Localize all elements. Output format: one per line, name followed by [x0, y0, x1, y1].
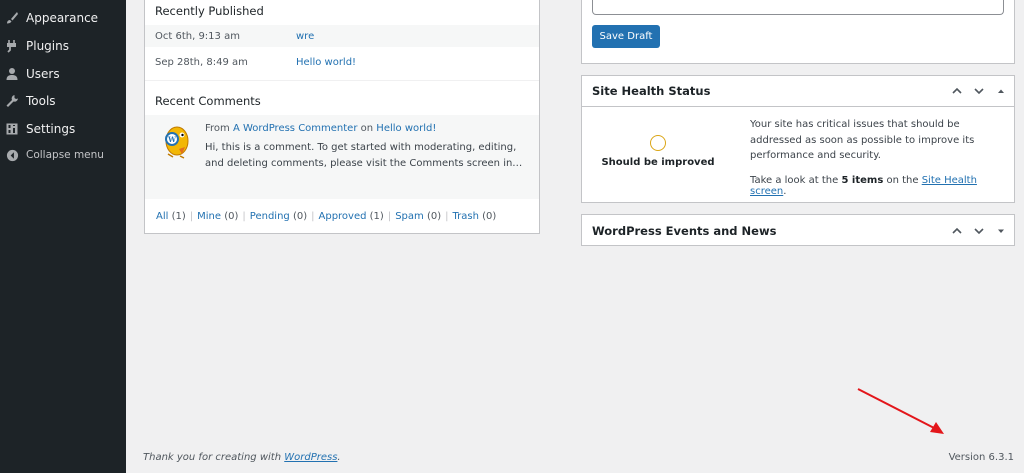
plugin-icon — [5, 39, 19, 53]
move-down-icon[interactable] — [972, 224, 986, 238]
user-icon — [5, 67, 19, 81]
sidebar-item-users[interactable]: Users — [0, 61, 126, 87]
separator: | — [387, 211, 392, 222]
sidebar-item-label: Tools — [26, 94, 56, 108]
separator: | — [311, 211, 315, 222]
save-draft-button[interactable]: Save Draft — [592, 25, 660, 48]
panel-controls — [950, 224, 1008, 238]
sidebar-item-label: Appearance — [26, 11, 99, 25]
post-date: Sep 28th, 8:49 am — [155, 56, 248, 68]
post-title-link[interactable]: wre — [296, 31, 314, 42]
filter-spam-link[interactable]: Spam (0) — [395, 211, 441, 222]
paintbrush-icon — [5, 11, 19, 25]
move-up-icon[interactable] — [950, 224, 964, 238]
comment-meta: From A WordPress Commenter on Hello worl… — [205, 123, 436, 134]
comment-post-link[interactable]: Hello world! — [376, 123, 436, 134]
separator: | — [242, 211, 246, 222]
admin-sidebar: Appearance Plugins Users Tools Settings … — [0, 0, 126, 473]
svg-text:W: W — [167, 135, 176, 144]
collapse-icon — [5, 148, 19, 162]
comment-item: W From A WordPress Commenter on Hello wo… — [145, 115, 539, 199]
sidebar-item-plugins[interactable]: Plugins — [0, 33, 126, 59]
from-label: From — [205, 123, 230, 134]
events-news-panel: WordPress Events and News — [581, 214, 1015, 246]
move-up-icon[interactable] — [950, 84, 964, 98]
sidebar-item-appearance[interactable]: Appearance — [0, 5, 126, 31]
divider — [145, 80, 539, 81]
sidebar-item-label: Plugins — [26, 39, 69, 53]
recently-published-title: Recently Published — [155, 4, 264, 18]
sidebar-item-label: Users — [26, 67, 60, 81]
panel-header: Site Health Status — [582, 76, 1014, 107]
footer-thanks: Thank you for creating with WordPress. — [143, 452, 341, 463]
health-message: Your site has critical issues that shoul… — [750, 119, 975, 161]
filter-trash-link[interactable]: Trash (0) — [453, 211, 497, 222]
site-health-title: Site Health Status — [592, 84, 711, 98]
health-status-label: Should be improved — [601, 157, 715, 168]
sidebar-item-label: Settings — [26, 122, 76, 136]
avatar: W — [158, 124, 194, 160]
filter-mine-link[interactable]: Mine (0) — [197, 211, 238, 222]
recent-comments-title: Recent Comments — [155, 94, 261, 108]
health-items-count: 5 items — [841, 175, 884, 186]
comment-author-link[interactable]: A WordPress Commenter — [233, 123, 357, 134]
site-health-panel: Site Health Status Should be improved Yo… — [581, 75, 1015, 203]
move-down-icon[interactable] — [972, 84, 986, 98]
sidebar-item-label: Collapse menu — [26, 149, 104, 161]
settings-icon — [5, 122, 19, 136]
list-item: Sep 28th, 8:49 am Hello world! — [145, 51, 539, 73]
separator: | — [189, 211, 194, 222]
filter-approved-link[interactable]: Approved (1) — [319, 211, 384, 222]
activity-panel: Recently Published Oct 6th, 9:13 am wre … — [144, 0, 540, 234]
panel-controls — [950, 84, 1008, 98]
comment-filters: All (1) | Mine (0) | Pending (0) | Appro… — [156, 211, 496, 222]
filter-all-link[interactable]: All (1) — [156, 211, 186, 222]
comment-excerpt: Hi, this is a comment. To get started wi… — [205, 142, 523, 169]
collapse-panel-icon[interactable] — [994, 84, 1008, 98]
separator: | — [445, 211, 449, 222]
list-item: Oct 6th, 9:13 am wre — [145, 25, 539, 47]
footer-version: Version 6.3.1 — [948, 452, 1014, 463]
post-title-link[interactable]: Hello world! — [296, 57, 356, 68]
on-label: on — [360, 123, 374, 134]
events-title: WordPress Events and News — [592, 224, 777, 238]
wordpress-link[interactable]: WordPress — [284, 452, 337, 463]
quick-draft-panel: Save Draft — [581, 0, 1015, 64]
sidebar-item-tools[interactable]: Tools — [0, 88, 126, 114]
post-date: Oct 6th, 9:13 am — [155, 30, 240, 42]
annotation-arrow-icon — [857, 388, 944, 434]
sidebar-item-settings[interactable]: Settings — [0, 116, 126, 142]
health-items-text: Take a look at the 5 items on the Site H… — [750, 175, 977, 197]
filter-pending-link[interactable]: Pending (0) — [250, 211, 307, 222]
wrench-icon — [5, 94, 19, 108]
expand-panel-icon[interactable] — [994, 224, 1008, 238]
health-status-indicator — [650, 135, 666, 151]
collapse-menu-button[interactable]: Collapse menu — [0, 142, 126, 168]
draft-content-textarea[interactable] — [592, 0, 1004, 15]
